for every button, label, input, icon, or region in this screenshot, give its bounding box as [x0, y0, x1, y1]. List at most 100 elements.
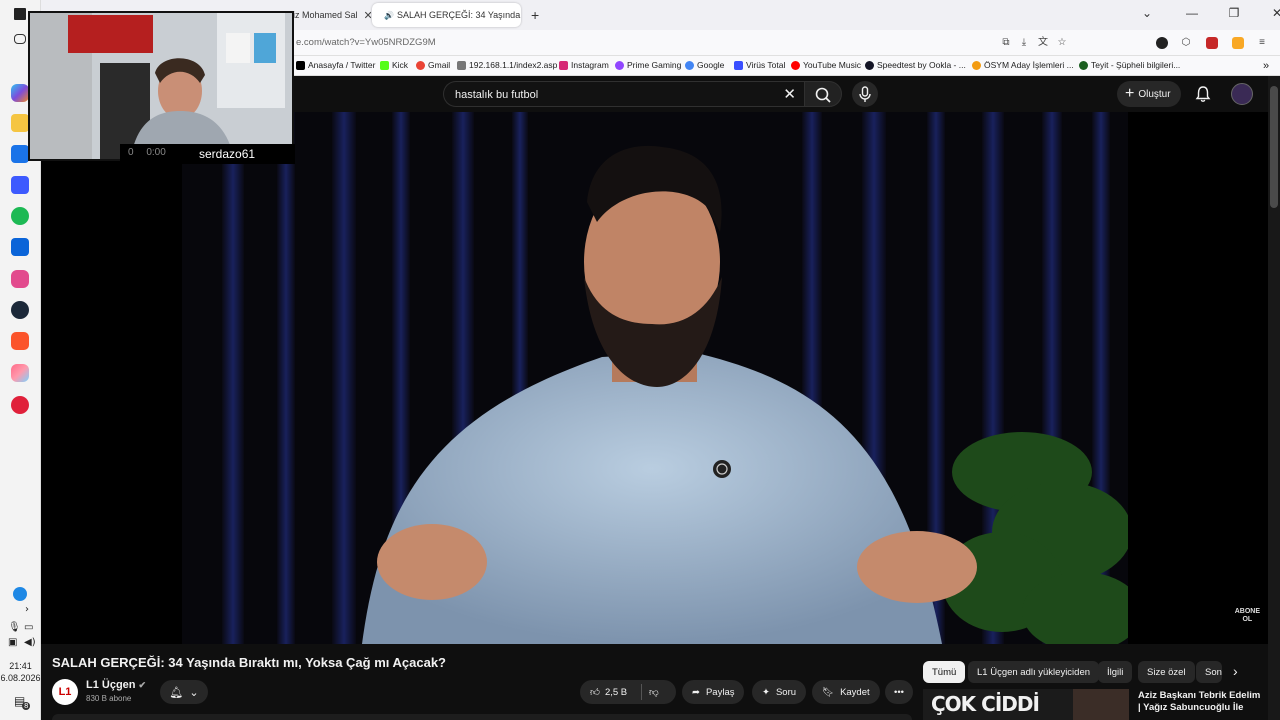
file-explorer-icon[interactable] — [11, 114, 29, 132]
tab-active-youtube[interactable]: 🔊 SALAH GERÇEĞİ: 34 Yaşında ✕ — [372, 3, 521, 27]
bookmark-kick[interactable]: Kick — [380, 60, 408, 70]
download-icon[interactable]: ⤓ — [1018, 37, 1030, 49]
create-label: Oluştur — [1138, 88, 1171, 100]
more-actions-button[interactable]: ••• — [885, 680, 913, 704]
ask-button[interactable]: ✦ Soru — [752, 680, 807, 704]
search-box[interactable]: hastalık bu futbol ✕ — [443, 81, 804, 107]
start-icon[interactable] — [14, 8, 26, 20]
task-view-icon[interactable] — [14, 34, 26, 44]
account-avatar[interactable] — [1231, 83, 1253, 105]
dislike-button[interactable]: 👎︎ — [641, 680, 675, 704]
copilot-icon[interactable] — [11, 84, 29, 102]
bell-ringing-icon: 🔔︎ — [169, 686, 184, 699]
tab-list-chevron-icon[interactable]: ⌄ — [1137, 6, 1157, 20]
chip-from-uploader[interactable]: L1 Üçgen adlı yükleyiciden — [968, 661, 1100, 683]
stream-timer: 0:00 — [146, 147, 166, 158]
osym-icon — [972, 60, 981, 70]
extensions-puzzle-icon[interactable]: ⬡ — [1180, 37, 1192, 49]
video-frame[interactable] — [182, 112, 1128, 644]
subscribe-watermark[interactable]: ABONE OL — [1235, 608, 1260, 624]
bookmark-router[interactable]: 192.168.1.1/index2.asp — [457, 60, 557, 70]
streamer-username: serdazo61 — [199, 147, 256, 161]
bookmark-label: Prime Gaming — [627, 60, 682, 70]
bookmark-star-icon[interactable]: ☆ — [1056, 37, 1068, 49]
voice-search-button[interactable] — [852, 81, 878, 107]
menu-icon[interactable]: ≡ — [1256, 37, 1268, 49]
network-icon[interactable]: ▣ — [8, 637, 17, 648]
description-box[interactable] — [52, 714, 912, 720]
media-icon[interactable] — [11, 396, 29, 414]
close-window-button[interactable]: ✕ — [1267, 6, 1280, 20]
create-button[interactable]: + Oluştur — [1117, 81, 1181, 107]
clock-date[interactable]: 6.08.2026 — [0, 673, 41, 683]
chip-for-you[interactable]: Size özel — [1138, 661, 1195, 683]
clock-time[interactable]: 21:41 — [0, 661, 41, 671]
tab-previous[interactable]: iz Mohamed Sal ✕ — [285, 3, 371, 27]
channel-name[interactable]: L1 Üçgen — [86, 679, 136, 691]
chevron-right-icon[interactable]: › — [25, 604, 29, 615]
more-bookmarks-chevron-icon[interactable]: » — [1263, 60, 1269, 72]
like-count: 2,5 B — [604, 686, 628, 698]
recommendation-title[interactable]: Aziz Başkanı Tebrik Edelim | Yağız Sabun… — [1138, 690, 1263, 714]
save-button[interactable]: 🔖︎ Kaydet — [812, 680, 880, 704]
bookmark-teyit[interactable]: Teyit - Şüpheli bilgileri... — [1079, 60, 1180, 70]
speaker-icon[interactable]: 🔊 — [384, 11, 394, 20]
volume-icon[interactable]: ◀) — [24, 637, 36, 648]
bookmark-virustotal[interactable]: Virüs Total — [734, 60, 785, 70]
subscription-bell-button[interactable]: 🔔︎ ⌄ — [160, 680, 208, 704]
stream-stats: 0 0:00 — [128, 147, 166, 158]
channel-avatar[interactable]: L1 — [52, 679, 78, 705]
translate-icon[interactable]: 文 — [1037, 37, 1049, 49]
recommendation-thumbnail[interactable]: ÇOK CİDDİ — [923, 689, 1129, 720]
bookmark-label: Teyit - Şüpheli bilgileri... — [1091, 60, 1181, 70]
scrollbar-thumb[interactable] — [1270, 86, 1278, 208]
minimize-button[interactable]: — — [1182, 6, 1202, 20]
microphone-icon[interactable]: 🎙 — [8, 622, 21, 633]
extension-pen-icon[interactable] — [1232, 37, 1244, 49]
bookmark-osym[interactable]: ÖSYM Aday İşlemleri ... — [972, 60, 1074, 70]
chip-recent[interactable]: Son — [1196, 661, 1222, 683]
bookmark-speedtest[interactable]: Speedtest by Ookla - ... — [865, 60, 966, 70]
extension-dark-icon[interactable] — [1156, 37, 1168, 49]
instagram-icon — [559, 60, 568, 70]
chip-all[interactable]: Tümü — [923, 661, 966, 683]
notifications-bell-icon[interactable] — [1194, 85, 1212, 103]
search-button[interactable] — [804, 81, 842, 107]
help-icon[interactable] — [13, 587, 27, 601]
game-launcher-icon[interactable] — [11, 270, 29, 288]
chips-next-chevron-icon[interactable]: › — [1233, 663, 1238, 679]
screenshot-icon[interactable]: ⧉ — [1000, 37, 1012, 49]
chip-related[interactable]: İlgili — [1098, 661, 1133, 683]
bookmark-instagram[interactable]: Instagram — [559, 60, 609, 70]
search-input[interactable]: hastalık bu futbol — [455, 89, 538, 101]
outlook-icon[interactable] — [11, 238, 29, 256]
bookmark-youtube-music[interactable]: YouTube Music — [791, 60, 861, 70]
video-title: SALAH GERÇEĞİ: 34 Yaşında Bıraktı mı, Yo… — [52, 655, 446, 670]
bookmark-twitter[interactable]: Anasayfa / Twitter — [296, 60, 375, 70]
channel-name-row[interactable]: L1 Üçgen ✔ — [86, 679, 146, 691]
chevron-down-icon: ⌄ — [189, 686, 199, 699]
url-input[interactable]: e.com/watch?v=Yw05NRDZG9M — [296, 37, 436, 48]
spotify-icon[interactable] — [11, 207, 29, 225]
close-tab-icon[interactable]: ✕ — [364, 9, 371, 22]
like-button[interactable]: 👍︎ 2,5 B — [590, 686, 628, 699]
bookmark-google[interactable]: Google — [685, 60, 724, 70]
tab-label: iz Mohamed Sal — [293, 10, 358, 20]
new-tab-button[interactable]: + — [523, 3, 547, 27]
restore-button[interactable]: ❐ — [1224, 6, 1244, 20]
app-snowflake-icon[interactable] — [11, 176, 29, 194]
bookmark-prime-gaming[interactable]: Prime Gaming — [615, 60, 681, 70]
page-scrollbar[interactable] — [1268, 76, 1280, 720]
clear-search-icon[interactable]: ✕ — [783, 85, 796, 103]
bookmark-gmail[interactable]: Gmail — [416, 60, 450, 70]
save-label: Kaydet — [840, 686, 870, 698]
steam-icon[interactable] — [11, 301, 29, 319]
video-player[interactable]: ABONE OL — [41, 112, 1268, 644]
brave-icon[interactable] — [11, 332, 29, 350]
webcam-overlay — [28, 11, 294, 161]
prime-gaming-icon — [615, 60, 624, 70]
extension-shield-icon[interactable] — [1206, 37, 1218, 49]
microsoft-store-icon[interactable] — [11, 145, 29, 163]
photos-icon[interactable] — [11, 364, 29, 382]
share-button[interactable]: ➦ Paylaş — [682, 680, 745, 704]
